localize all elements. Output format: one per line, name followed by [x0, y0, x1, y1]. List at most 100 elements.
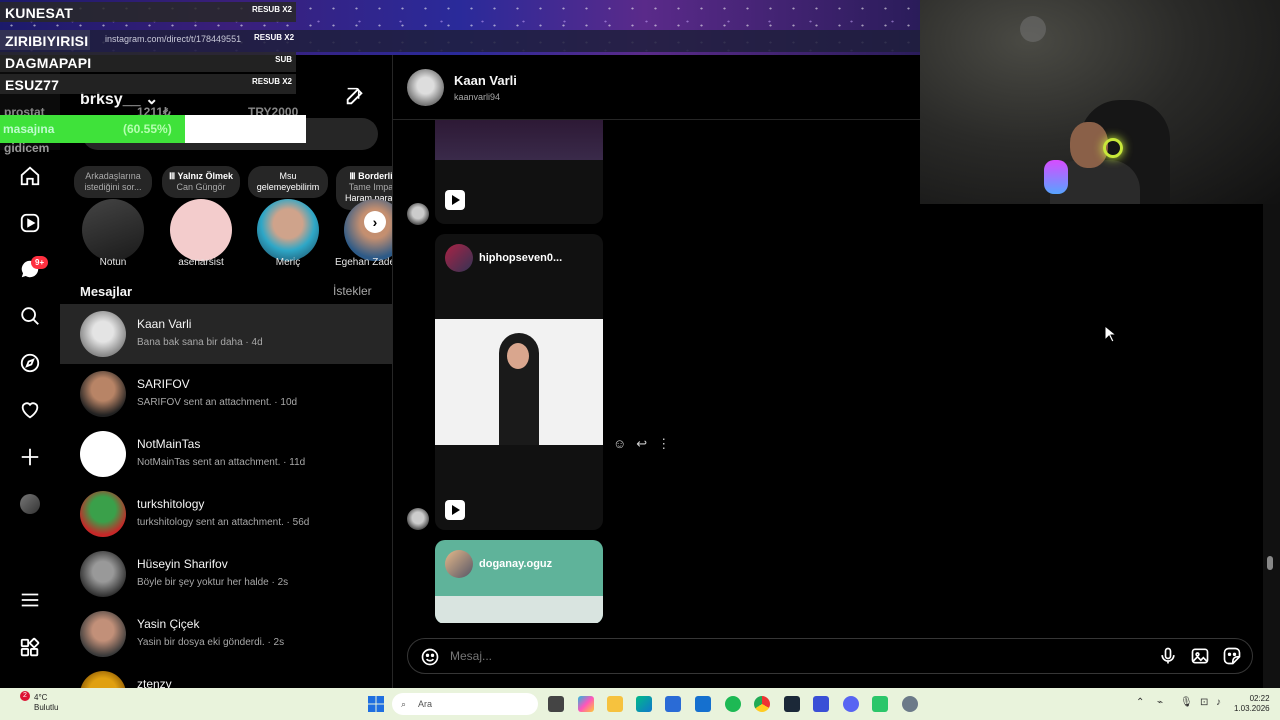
chat-avatar[interactable] — [407, 69, 444, 106]
alert-row: KUNESAT RESUB X2 — [0, 2, 296, 22]
task-view-icon[interactable] — [548, 696, 564, 712]
microphone-icon[interactable] — [1158, 646, 1178, 671]
clock[interactable]: 02:22 1.03.2026 — [1234, 694, 1270, 714]
note-line: gelemeyebilirim — [256, 182, 320, 192]
chat-handle: kaanvarli94 — [454, 92, 501, 102]
goal-label: masajına — [3, 122, 55, 136]
sender-avatar — [407, 203, 429, 225]
conversation-name: Hüseyin Sharifov — [137, 557, 228, 571]
home-icon[interactable] — [17, 163, 43, 189]
reel-message[interactable]: doganay.oguz — [435, 540, 603, 623]
message-composer — [407, 638, 1253, 674]
conversation-name: Yasin Çiçek — [137, 617, 200, 631]
scrollbar[interactable] — [1263, 204, 1280, 688]
microphone-icon[interactable]: 🎙 — [1180, 697, 1193, 708]
nav-rail — [0, 150, 60, 688]
note-item[interactable]: Arkadaşlarına istediğini sor... — [74, 166, 152, 198]
reel-thumbnail — [435, 596, 603, 623]
scrollbar-thumb[interactable] — [1267, 556, 1273, 570]
app-icon[interactable] — [813, 696, 829, 712]
copilot-icon[interactable] — [578, 696, 594, 712]
weather-widget[interactable]: 2 4°C Bulutlu — [10, 691, 58, 713]
apps-icon[interactable] — [17, 635, 43, 661]
conversation-name: Kaan Varli — [137, 317, 192, 331]
outlook-icon[interactable] — [695, 696, 711, 712]
conversation-item[interactable]: SARIFOV SARIFOV sent an attachment. · 10… — [60, 364, 392, 424]
taskbar-search[interactable]: ⌕ Ara — [392, 693, 538, 715]
conversation-preview: Bana bak sana bir daha · 4d — [137, 337, 263, 348]
conversation-item[interactable]: Hüseyin Sharifov Böyle bir şey yoktur he… — [60, 544, 392, 604]
avatar — [80, 551, 126, 597]
chevron-right-icon[interactable]: › — [364, 211, 386, 233]
search-icon[interactable] — [17, 303, 43, 329]
steam-icon[interactable] — [784, 696, 800, 712]
address-url[interactable]: instagram.com/direct/t/178449551 — [105, 34, 241, 44]
chat-name[interactable]: Kaan Varli — [454, 73, 517, 88]
file-explorer-icon[interactable] — [607, 696, 623, 712]
reel-author-name: doganay.oguz — [479, 558, 553, 570]
conversation-item[interactable]: Kaan Varli Bana bak sana bir daha · 4d — [60, 304, 392, 364]
create-icon[interactable] — [17, 444, 43, 470]
conversation-preview: turkshitology sent an attachment. · 56d — [137, 517, 310, 528]
reel-thumbnail — [435, 120, 603, 160]
note-line: Arkadaşlarına — [85, 171, 141, 181]
explore-icon[interactable] — [17, 350, 43, 376]
note-line: Ⅲ Yalnız Ölmek — [168, 171, 234, 181]
message-input[interactable] — [450, 649, 1050, 663]
conversation-item[interactable]: turkshitology turkshitology sent an atta… — [60, 484, 392, 544]
alert-name: DAGMAPAPI — [5, 55, 92, 71]
notification-badge: 9+ — [31, 256, 49, 269]
reel-author: hiphopseven0... — [445, 244, 562, 272]
volume-icon[interactable]: ♪ — [1216, 697, 1221, 708]
conversation-preview: SARIFOV sent an attachment. · 10d — [137, 397, 298, 408]
note-line: istediğini sor... — [84, 182, 142, 192]
reply-icon[interactable]: ↩ — [636, 436, 647, 452]
conversation-item[interactable]: ztenzy — [60, 664, 392, 688]
goal-percent: (60.55%) — [123, 122, 172, 136]
more-icon[interactable]: ⋮ — [657, 436, 670, 452]
chevron-up-icon[interactable]: ⌃ — [1136, 697, 1144, 708]
alert-name: ZIRIBIYIRISI — [5, 33, 89, 49]
clock-date: 1.03.2026 — [1234, 704, 1270, 713]
note-line: Ⅲ Borderli — [349, 171, 393, 181]
requests-link[interactable]: İstekler — [333, 284, 372, 298]
discord-icon[interactable] — [843, 696, 859, 712]
reel-message[interactable]: hiphopseven0... — [435, 234, 603, 530]
heart-icon[interactable] — [17, 397, 43, 423]
menu-icon[interactable] — [17, 587, 43, 613]
emoji-icon[interactable] — [420, 647, 440, 672]
chrome-icon[interactable] — [754, 696, 770, 712]
avatar — [80, 491, 126, 537]
story-avatar[interactable] — [257, 199, 319, 261]
settings-icon[interactable] — [902, 696, 918, 712]
inbox-panel: brksy__ ⌄ Arkadaşlarına istediğini sor..… — [60, 55, 393, 688]
react-icon[interactable]: ☺ — [613, 436, 626, 452]
store-icon[interactable] — [665, 696, 681, 712]
reels-icon[interactable] — [17, 210, 43, 236]
conversation-name: NotMainTas — [137, 437, 201, 451]
story-name: Egehan Zade — [334, 257, 393, 268]
story-avatar[interactable] — [82, 199, 144, 261]
edge-icon[interactable] — [636, 696, 652, 712]
note-line: Tame Impa — [348, 182, 393, 192]
conversation-name: SARIFOV — [137, 377, 190, 391]
image-icon[interactable] — [1190, 646, 1210, 671]
network-icon[interactable]: ⌁ — [1157, 697, 1163, 708]
reel-message[interactable] — [435, 120, 603, 224]
sticker-icon[interactable] — [1222, 646, 1242, 671]
profile-avatar[interactable] — [20, 494, 40, 514]
new-message-icon[interactable] — [344, 85, 366, 112]
app-icon[interactable] — [872, 696, 888, 712]
message-actions: ☺ ↩ ⋮ — [613, 436, 670, 452]
note-item[interactable]: Msu gelemeyebilirim — [248, 166, 328, 198]
avatar — [80, 671, 126, 688]
note-item[interactable]: Ⅲ Yalnız Ölmek Can Güngör — [162, 166, 240, 198]
wifi-icon[interactable]: ⊡ — [1200, 697, 1208, 708]
spotify-icon[interactable] — [725, 696, 741, 712]
story-avatar[interactable] — [170, 199, 232, 261]
alert-row: ESUZ77 RESUB X2 — [0, 74, 296, 94]
conversation-item[interactable]: Yasin Çiçek Yasin bir dosya eki gönderdi… — [60, 604, 392, 664]
windows-start-icon[interactable] — [368, 696, 384, 712]
conversation-item[interactable]: NotMainTas NotMainTas sent an attachment… — [60, 424, 392, 484]
conversation-preview: Yasin bir dosya eki gönderdi. · 2s — [137, 637, 285, 648]
